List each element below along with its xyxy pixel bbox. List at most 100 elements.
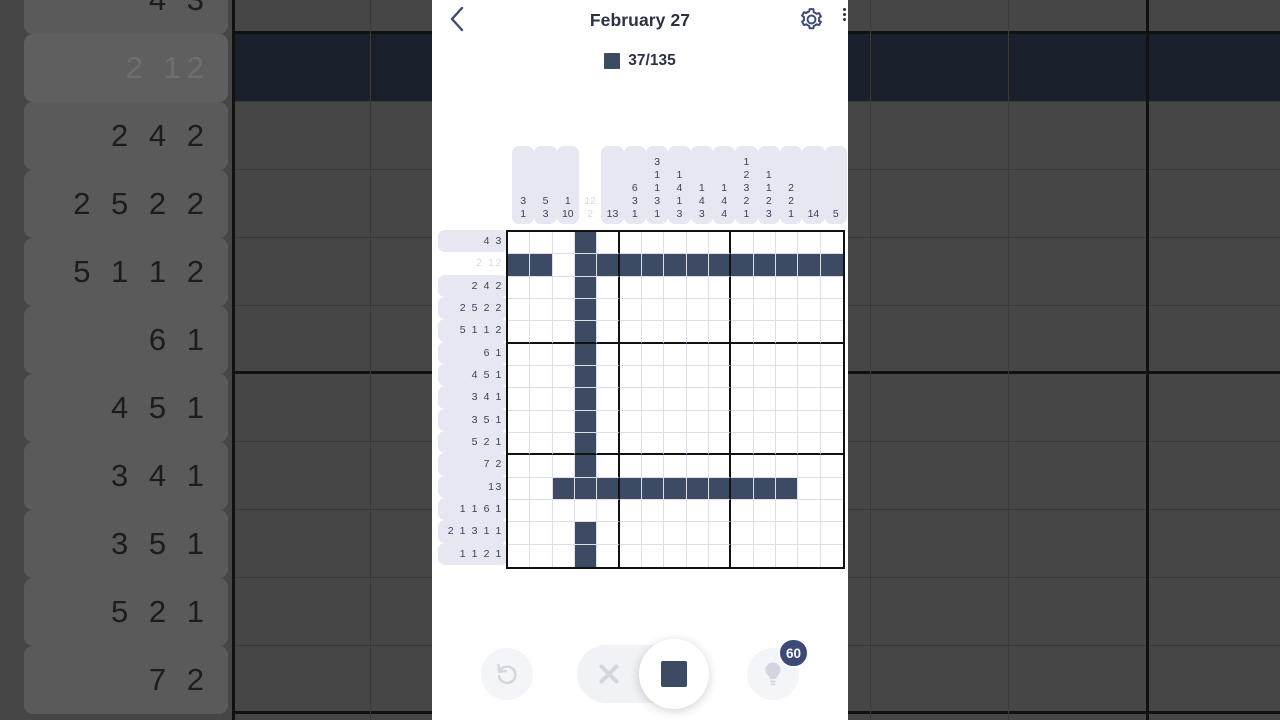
grid-cell[interactable] [530,343,553,366]
grid-cell[interactable] [686,365,709,389]
column-clue[interactable]: 1123 [757,146,780,224]
grid-cell[interactable] [798,365,821,389]
grid-cell[interactable] [508,321,531,344]
grid-cell[interactable] [508,276,531,299]
column-clue[interactable]: 31131 [645,146,669,224]
row-clue[interactable]: 2 12 [438,252,508,275]
grid-cell[interactable] [664,388,687,411]
grid-cell[interactable] [619,298,642,322]
grid-cell[interactable] [731,522,754,545]
grid-cell[interactable] [731,365,754,389]
grid-cell[interactable] [820,455,843,478]
grid-cell[interactable] [530,298,553,322]
grid-cell[interactable] [775,276,799,299]
grid-cell[interactable] [574,410,598,433]
grid-cell[interactable] [597,499,620,523]
grid-cell[interactable] [641,544,665,567]
grid-cell[interactable] [753,410,776,433]
grid-cell[interactable] [530,544,553,567]
grid-cell[interactable] [619,321,642,344]
grid-cell[interactable] [798,343,821,366]
grid-cell[interactable] [820,343,843,366]
grid-cell[interactable] [664,276,687,299]
grid-cell[interactable] [753,232,776,255]
grid-cell[interactable] [686,298,709,322]
grid-cell[interactable] [686,232,709,255]
grid-cell[interactable] [597,544,620,567]
grid-cell[interactable] [552,365,575,389]
grid-cell[interactable] [552,388,575,411]
grid-cell[interactable] [597,410,620,433]
grid-cell[interactable] [798,432,821,456]
grid-cell[interactable] [574,365,598,389]
grid-cell[interactable] [552,232,575,255]
grid-cell[interactable] [820,321,843,344]
grid-cell[interactable] [530,499,553,523]
grid-cell[interactable] [820,499,843,523]
grid-cell[interactable] [731,432,754,456]
grid-cell[interactable] [530,321,553,344]
column-clue[interactable]: 31 [512,146,535,224]
grid-cell[interactable] [731,477,754,500]
grid-cell[interactable] [731,276,754,299]
grid-cell[interactable] [597,455,620,478]
mark-x-mode-button[interactable] [577,645,640,703]
grid-cell[interactable] [574,254,598,277]
grid-cell[interactable] [574,455,598,478]
grid-cell[interactable] [775,477,799,500]
grid-cell[interactable] [708,254,732,277]
column-clue[interactable]: 144 [712,146,736,224]
row-clue[interactable]: 1 1 2 1 [438,542,508,565]
grid-cell[interactable] [686,477,709,500]
settings-button[interactable] [796,4,826,34]
row-clue[interactable]: 2 4 2 [438,274,508,297]
grid-cell[interactable] [820,410,843,433]
grid-cell[interactable] [775,254,799,277]
grid-cell[interactable] [574,522,598,545]
grid-cell[interactable] [731,410,754,433]
row-clue[interactable]: 2 1 3 1 1 [438,520,508,543]
grid-cell[interactable] [597,365,620,389]
grid-cell[interactable] [731,232,754,255]
grid-cell[interactable] [686,544,709,567]
grid-cell[interactable] [552,343,575,366]
grid-cell[interactable] [552,432,575,456]
grid-cell[interactable] [574,298,598,322]
grid-cell[interactable] [552,321,575,344]
nonogram-grid[interactable] [508,232,843,567]
grid-cell[interactable] [619,232,642,255]
grid-cell[interactable] [775,455,799,478]
grid-cell[interactable] [686,522,709,545]
column-clue[interactable]: 631 [623,146,646,224]
grid-cell[interactable] [775,432,799,456]
grid-cell[interactable] [686,343,709,366]
grid-cell[interactable] [619,388,642,411]
grid-cell[interactable] [820,298,843,322]
row-clue[interactable]: 1 1 6 1 [438,497,508,521]
grid-cell[interactable] [708,298,732,322]
grid-cell[interactable] [708,388,732,411]
grid-cell[interactable] [753,276,776,299]
grid-cell[interactable] [686,388,709,411]
column-clue[interactable]: 1 10 [556,146,579,224]
grid-cell[interactable] [731,544,754,567]
row-clue[interactable]: 5 2 1 [438,430,508,454]
grid-cell[interactable] [798,477,821,500]
grid-cell[interactable] [686,254,709,277]
grid-cell[interactable] [508,432,531,456]
row-clue[interactable]: 13 [438,475,508,498]
grid-cell[interactable] [619,455,642,478]
mode-toggle[interactable] [577,639,709,709]
grid-cell[interactable] [686,276,709,299]
grid-cell[interactable] [552,455,575,478]
grid-cell[interactable] [574,432,598,456]
grid-cell[interactable] [820,232,843,255]
grid-cell[interactable] [708,432,732,456]
grid-cell[interactable] [508,388,531,411]
grid-cell[interactable] [619,499,642,523]
grid-cell[interactable] [619,276,642,299]
grid-cell[interactable] [597,343,620,366]
grid-cell[interactable] [619,343,642,366]
row-clue[interactable]: 5 1 1 2 [438,319,508,342]
grid-cell[interactable] [597,254,620,277]
